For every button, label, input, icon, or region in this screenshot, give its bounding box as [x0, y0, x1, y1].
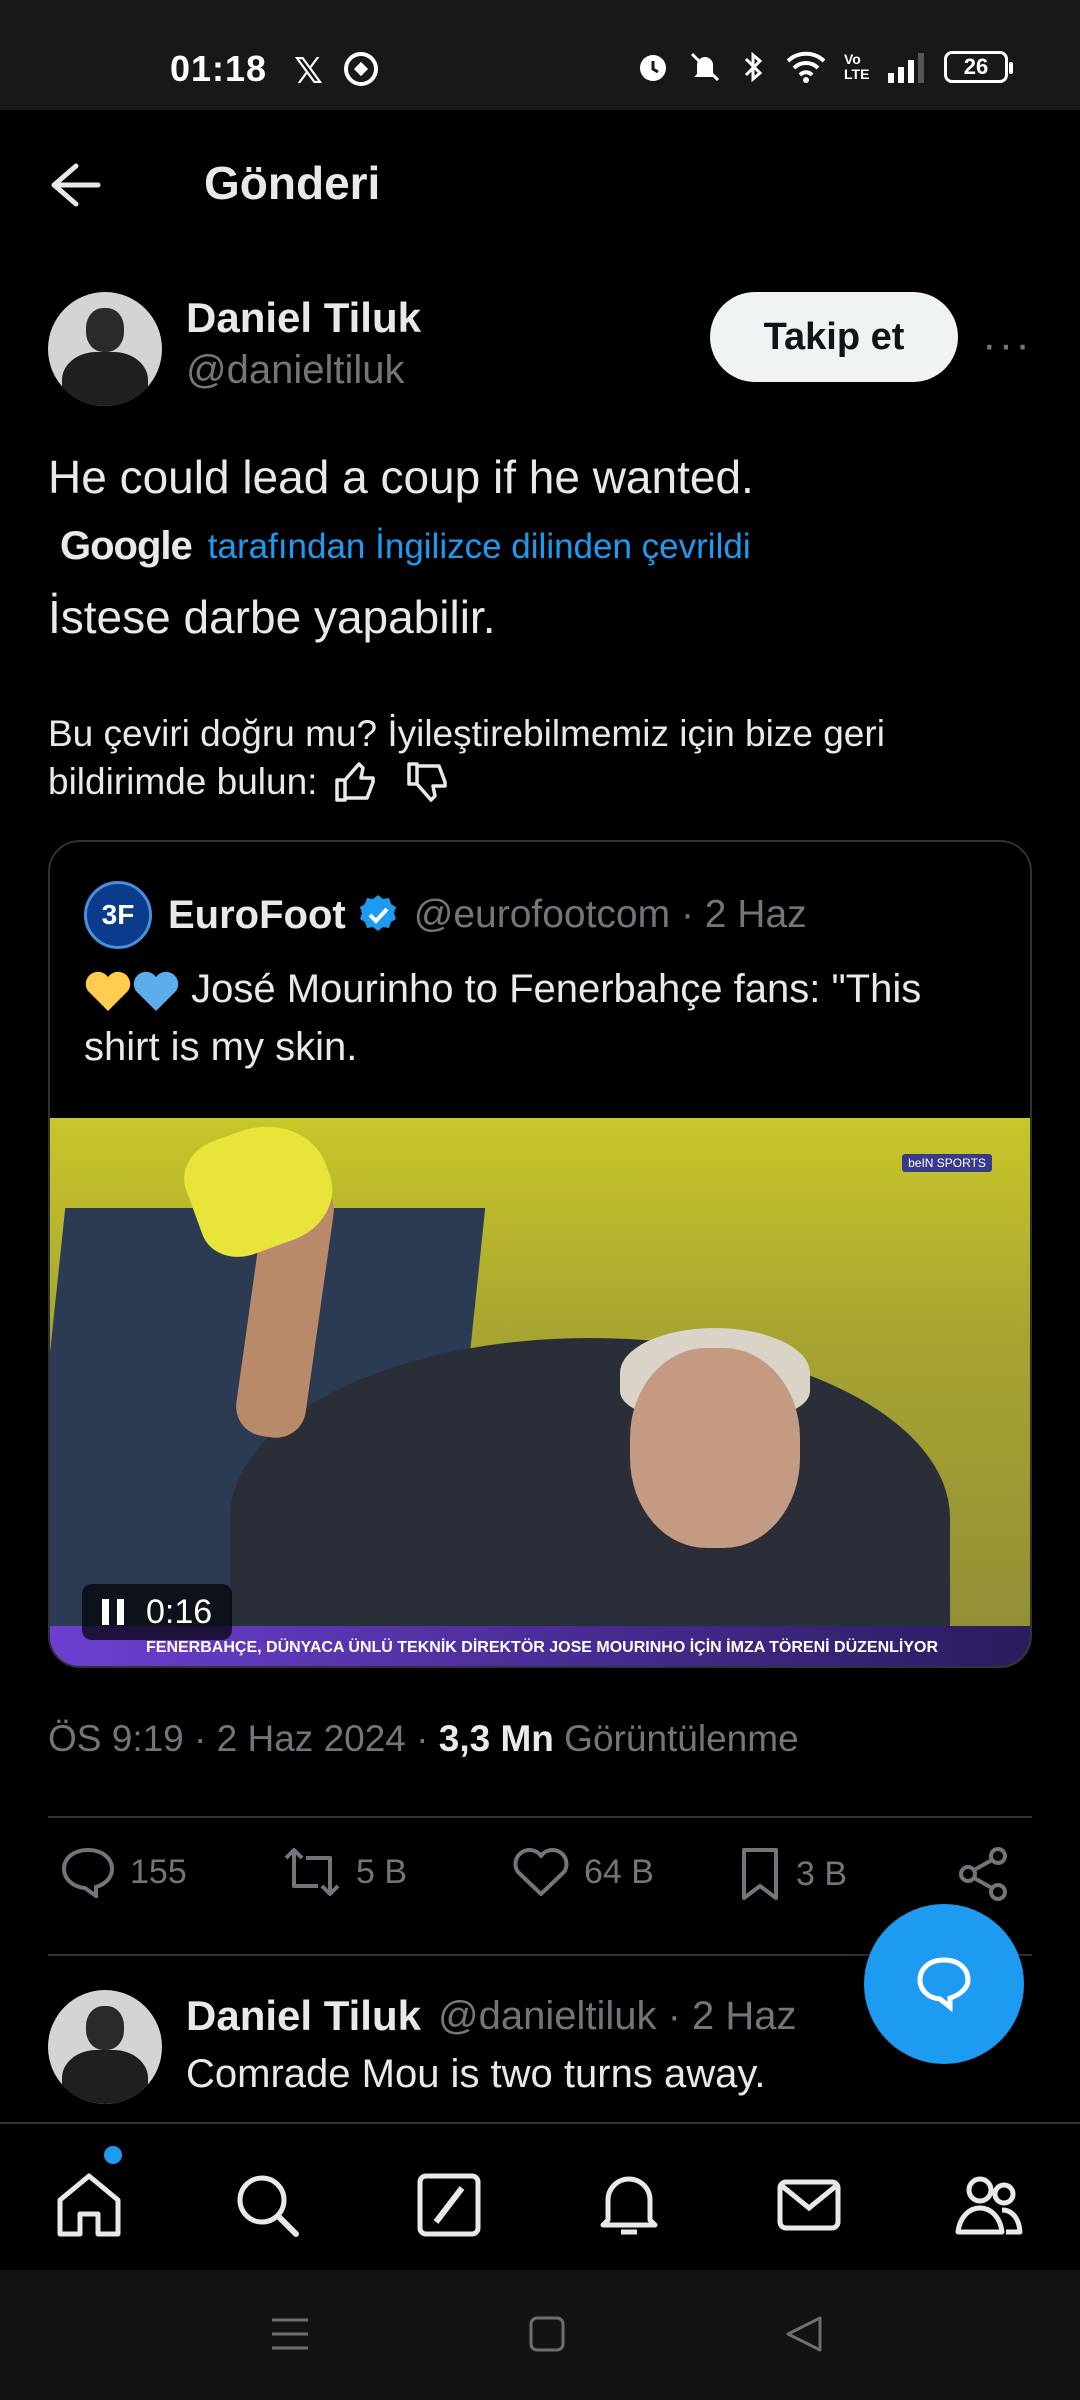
home-square-icon[interactable]	[528, 2314, 566, 2354]
reply-icon	[61, 1847, 115, 1898]
soccer-ball-icon	[344, 52, 378, 86]
reply-author-name[interactable]: Daniel Tiluk	[186, 1992, 421, 2040]
quoted-text: José Mourinho to Fenerbahçe fans: "This …	[84, 960, 1004, 1076]
reply-text: Comrade Mou is two turns away.	[186, 2052, 766, 2096]
translation-link[interactable]: tarafından İngilizce dilinden çevrildi	[208, 527, 751, 567]
channel-logo: beIN SPORTS	[902, 1154, 992, 1172]
reply-button[interactable]: 155	[60, 1846, 187, 1898]
chat-bubble-icon	[917, 1957, 971, 2013]
grok-icon[interactable]	[414, 2170, 484, 2240]
share-button[interactable]	[956, 1846, 1012, 1902]
heart-icon	[513, 1848, 569, 1896]
tweet-actions: 155 5 B 64 B 3 B	[60, 1846, 1020, 1926]
quoted-tweet-header: 3F EuroFoot @eurofootcom · 2 Haz	[84, 880, 807, 950]
alarm-icon	[640, 55, 666, 81]
status-icons: Vo LTE 26	[636, 50, 1013, 84]
divider	[48, 1816, 1032, 1818]
bluetooth-icon	[744, 51, 763, 83]
mute-bell-icon	[690, 52, 720, 82]
page-title: Gönderi	[204, 157, 381, 209]
quoted-author-name: EuroFoot	[168, 892, 346, 937]
bookmark-button[interactable]: 3 B	[738, 1846, 847, 1902]
battery-icon: 26	[944, 51, 1013, 83]
retweet-button[interactable]: 5 B	[282, 1846, 407, 1898]
quoted-avatar: 3F	[84, 881, 152, 949]
yellow-heart-emoji	[85, 972, 131, 1012]
author-handle[interactable]: @danieltiluk	[186, 348, 405, 393]
home-icon[interactable]	[54, 2170, 124, 2240]
notification-dot	[104, 2146, 122, 2164]
translated-text: İstese darbe yapabilir.	[48, 591, 496, 643]
thumbs-down-icon[interactable]	[405, 760, 453, 804]
status-time: 01:18	[170, 48, 268, 89]
x-icon: 𝕏	[294, 50, 324, 91]
menu-icon[interactable]	[270, 2314, 310, 2354]
compose-reply-button[interactable]	[864, 1904, 1024, 2064]
bottom-navigation	[0, 2122, 1080, 2270]
views-count[interactable]: 3,3 Mn	[439, 1718, 554, 1759]
volte-label: Vo LTE	[844, 51, 870, 82]
back-arrow-icon[interactable]	[46, 160, 102, 210]
translation-attribution: Google tarafından İngilizce dilinden çev…	[60, 524, 751, 569]
bookmark-icon	[742, 1848, 778, 1900]
thumbs-up-icon[interactable]	[333, 760, 381, 804]
feedback-line-1: Bu çeviri doğru mu? İyileştirebilmemiz i…	[48, 713, 885, 754]
author-name[interactable]: Daniel Tiluk	[186, 294, 421, 342]
system-navigation-bar	[0, 2270, 1080, 2400]
blue-heart-emoji	[133, 972, 179, 1012]
tweet-text: He could lead a coup if he wanted.	[48, 451, 754, 503]
bookmark-count: 3 B	[796, 1854, 848, 1893]
pause-icon[interactable]	[102, 1599, 124, 1625]
quoted-handle-date: @eurofootcom · 2 Haz	[413, 893, 807, 936]
avatar[interactable]	[48, 292, 162, 406]
follow-button[interactable]: Takip et	[710, 292, 958, 382]
reply-count: 155	[130, 1852, 187, 1891]
communities-icon[interactable]	[954, 2170, 1024, 2240]
share-icon	[959, 1847, 1007, 1901]
more-options-icon[interactable]: ···	[982, 320, 1032, 370]
like-button[interactable]: 64 B	[512, 1846, 654, 1898]
video-player[interactable]: beIN SPORTS FENERBAHÇE, DÜNYACA ÜNLÜ TEK…	[50, 1118, 1030, 1666]
quoted-text-body: José Mourinho to Fenerbahçe fans: "This …	[84, 967, 922, 1069]
like-count: 64 B	[584, 1852, 654, 1891]
feedback-line-2: bildirimde bulun:	[48, 761, 318, 802]
quoted-tweet[interactable]: 3F EuroFoot @eurofootcom · 2 Haz José Mo…	[48, 840, 1032, 1668]
video-time: 0:16	[146, 1592, 213, 1631]
time-date: ÖS 9:19 · 2 Haz 2024 ·	[48, 1718, 439, 1759]
signal-icon	[888, 53, 924, 83]
translation-feedback: Bu çeviri doğru mu? İyileştirebilmemiz i…	[48, 710, 1008, 806]
retweet-icon	[284, 1848, 340, 1896]
video-frame-face	[630, 1348, 800, 1548]
reply-handle-date: @danieltiluk · 2 Haz	[438, 1994, 797, 2038]
tweet-timestamp: ÖS 9:19 · 2 Haz 2024 · 3,3 Mn Görüntülen…	[48, 1718, 799, 1760]
wifi-icon	[786, 51, 826, 83]
video-controls[interactable]: 0:16	[82, 1584, 233, 1640]
retweet-count: 5 B	[356, 1852, 408, 1891]
views-label: Görüntülenme	[553, 1718, 799, 1759]
top-bar: Gönderi	[0, 110, 1080, 260]
notifications-bell-icon[interactable]	[594, 2170, 664, 2240]
verified-badge-icon	[359, 895, 396, 931]
google-logo: Google	[60, 524, 193, 568]
avatar[interactable]	[48, 1990, 162, 2104]
tweet-author: Daniel Tiluk @danieltiluk Takip et ···	[48, 292, 1032, 412]
status-bar: 01:18 𝕏 Vo LTE 26	[0, 0, 1080, 110]
back-triangle-icon[interactable]	[784, 2314, 824, 2354]
search-icon[interactable]	[232, 2170, 302, 2240]
messages-envelope-icon[interactable]	[774, 2170, 844, 2240]
